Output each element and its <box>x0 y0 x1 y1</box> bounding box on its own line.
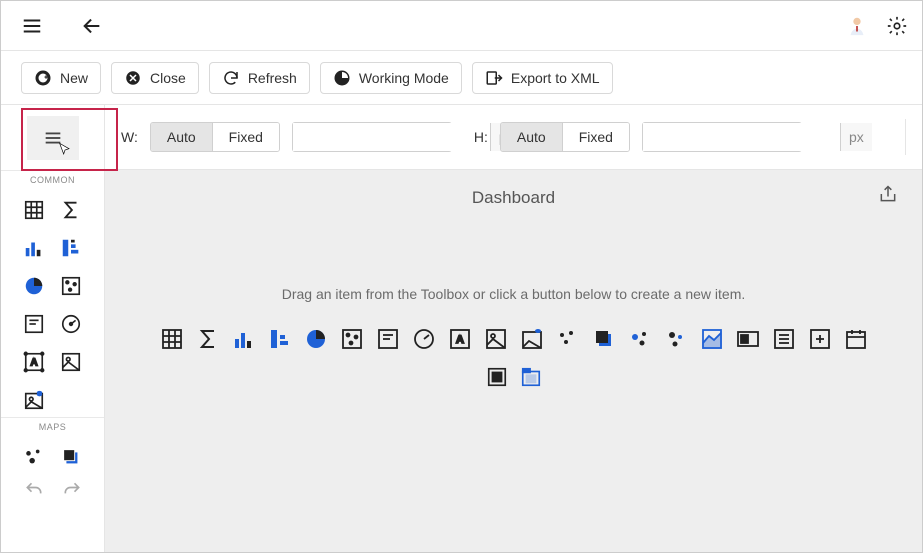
common-tools: A <box>1 189 104 417</box>
map-layers-tool-icon[interactable] <box>53 444 91 470</box>
working-mode-button[interactable]: Working Mode <box>320 62 462 94</box>
qc-bubble2-icon[interactable] <box>663 326 689 352</box>
bar-chart-tool-icon[interactable] <box>15 235 53 261</box>
topbar <box>1 1 922 51</box>
main: COMMON A MAPS W: Au <box>1 105 922 552</box>
new-button[interactable]: New <box>21 62 101 94</box>
qc-bound-image-icon[interactable] <box>519 326 545 352</box>
sidebar: COMMON A MAPS <box>1 105 105 552</box>
height-mode-segment: Auto Fixed <box>500 122 630 152</box>
height-auto-button[interactable]: Auto <box>501 123 562 151</box>
height-input-group: px <box>642 122 802 152</box>
back-icon[interactable] <box>81 15 103 37</box>
qc-layers-icon[interactable] <box>591 326 617 352</box>
canvas: Dashboard Drag an item from the Toolbox … <box>105 170 922 552</box>
settings-icon[interactable] <box>886 15 908 37</box>
scatter-box-tool-icon[interactable] <box>53 273 91 299</box>
qc-add-box-icon[interactable] <box>807 326 833 352</box>
export-label: Export to XML <box>511 70 600 86</box>
map-scatter-tool-icon[interactable] <box>15 444 53 470</box>
cursor-icon <box>57 142 73 158</box>
topbar-left <box>21 15 103 37</box>
user-avatar[interactable] <box>846 15 868 37</box>
height-label: H: <box>474 129 488 145</box>
action-bar: New Close Refresh Working Mode Export to… <box>1 51 922 105</box>
refresh-button[interactable]: Refresh <box>209 62 310 94</box>
qc-grid-icon[interactable] <box>159 326 185 352</box>
qc-bar-chart-icon[interactable] <box>231 326 257 352</box>
gauge-tool-icon[interactable] <box>53 311 91 337</box>
export-button[interactable]: Export to XML <box>472 62 613 94</box>
width-fixed-button[interactable]: Fixed <box>212 123 279 151</box>
qc-list-icon[interactable] <box>771 326 797 352</box>
text-frame-tool-icon[interactable]: A <box>15 349 53 375</box>
maps-tools <box>1 436 104 474</box>
dimension-bar: W: Auto Fixed px H: Auto Fixed px <box>105 105 922 170</box>
image-tool-icon[interactable] <box>53 349 91 375</box>
sidebar-section-maps: MAPS <box>1 417 104 436</box>
height-fixed-button[interactable]: Fixed <box>562 123 629 151</box>
redo-icon[interactable] <box>62 480 82 500</box>
share-icon[interactable] <box>878 184 898 207</box>
stacked-bar-tool-icon[interactable] <box>53 235 91 261</box>
qc-calendar-icon[interactable] <box>843 326 869 352</box>
text-box-tool-icon[interactable] <box>15 311 53 337</box>
canvas-title: Dashboard <box>472 188 555 208</box>
grid-tool-icon[interactable] <box>15 197 53 223</box>
pie-chart-tool-icon[interactable] <box>15 273 53 299</box>
blank-tool <box>53 387 91 413</box>
undo-icon[interactable] <box>24 480 44 500</box>
toolbox-toggle-button[interactable] <box>27 116 79 160</box>
qc-textbox-icon[interactable] <box>375 326 401 352</box>
qc-card-icon[interactable] <box>735 326 761 352</box>
width-input-group: px <box>292 122 452 152</box>
content: W: Auto Fixed px H: Auto Fixed px <box>105 105 922 552</box>
working-mode-label: Working Mode <box>359 70 449 86</box>
refresh-label: Refresh <box>248 70 297 86</box>
quick-create-row-2 <box>486 366 542 391</box>
svg-text:A: A <box>30 358 38 369</box>
svg-text:A: A <box>456 334 464 346</box>
width-auto-button[interactable]: Auto <box>151 123 212 151</box>
bound-image-tool-icon[interactable] <box>15 387 53 413</box>
canvas-hint: Drag an item from the Toolbox or click a… <box>282 286 746 302</box>
sigma-tool-icon[interactable] <box>53 197 91 223</box>
qc-tab-container-icon[interactable] <box>520 366 542 391</box>
sidebar-section-common: COMMON <box>1 170 104 189</box>
qc-pie-icon[interactable] <box>303 326 329 352</box>
close-label: Close <box>150 70 186 86</box>
qc-bubble-icon[interactable] <box>627 326 653 352</box>
qc-scatter-icon[interactable] <box>555 326 581 352</box>
menu-icon[interactable] <box>21 15 43 37</box>
close-button[interactable]: Close <box>111 62 199 94</box>
qc-gauge-icon[interactable] <box>411 326 437 352</box>
qc-text-frame-icon[interactable]: A <box>447 326 473 352</box>
qc-scatter-box-icon[interactable] <box>339 326 365 352</box>
qc-sigma-icon[interactable] <box>195 326 221 352</box>
sidebar-top <box>1 105 104 170</box>
width-input[interactable] <box>293 123 490 151</box>
height-input[interactable] <box>643 123 840 151</box>
qc-area-chart-icon[interactable] <box>699 326 725 352</box>
new-label: New <box>60 70 88 86</box>
qc-group-icon[interactable] <box>486 366 508 391</box>
width-mode-segment: Auto Fixed <box>150 122 280 152</box>
height-unit: px <box>840 123 872 151</box>
qc-stacked-bar-icon[interactable] <box>267 326 293 352</box>
topbar-right <box>846 15 908 37</box>
undo-redo-group <box>1 474 104 500</box>
quick-create-row: A <box>159 326 869 352</box>
width-label: W: <box>121 129 138 145</box>
qc-image-icon[interactable] <box>483 326 509 352</box>
divider <box>905 119 906 155</box>
